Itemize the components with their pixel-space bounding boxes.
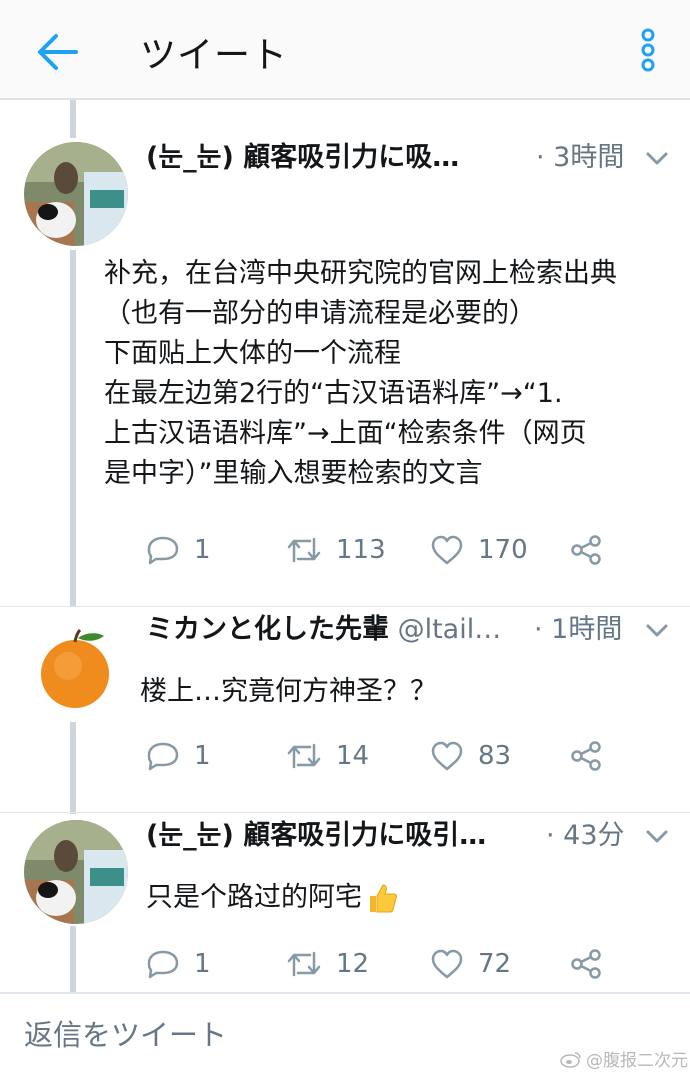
tweet-author[interactable]: (눈_눈) 顧客吸引力に吸… — [146, 138, 516, 178]
avatar[interactable] — [24, 142, 128, 246]
tweet-line: 是中字）”里输入想要检索的文言 — [104, 458, 483, 489]
watermark-text: @腹报二次元 — [586, 1051, 688, 1071]
chevron-down-icon — [646, 830, 668, 843]
tweet-author[interactable]: ミカンと化した先輩 @ltail… — [146, 610, 516, 650]
tweet-timestamp: · 1時間 — [534, 614, 623, 645]
reply-count: 1 — [194, 535, 211, 565]
tweet-menu-button[interactable] — [644, 618, 670, 644]
like-count: 170 — [478, 535, 528, 565]
retweet-count: 14 — [336, 741, 370, 771]
watermark: @腹报二次元 — [560, 1046, 688, 1071]
like-button[interactable]: 72 — [430, 944, 511, 984]
tweet-text: 只是个路过的阿宅 — [146, 878, 398, 918]
tweet-author[interactable]: (눈_눈) 顧客吸引力に吸引… — [146, 816, 536, 856]
top-app-bar: ツイート — [0, 0, 690, 100]
heart-icon — [431, 535, 463, 565]
share-icon — [571, 949, 601, 979]
back-button[interactable] — [36, 30, 80, 74]
arrow-left-icon — [38, 34, 78, 70]
tweet-line: 只是个路过的阿宅 — [146, 882, 362, 913]
like-count: 72 — [478, 949, 512, 979]
user-handle: @ltail… — [389, 614, 502, 645]
display-name: (눈_눈) 顧客吸引力に吸引… — [146, 820, 487, 851]
heart-icon — [431, 949, 463, 979]
share-button[interactable] — [570, 530, 602, 570]
retweet-button[interactable]: 14 — [286, 736, 369, 776]
orange-avatar-icon — [41, 628, 109, 708]
reply-button[interactable]: 1 — [146, 736, 211, 776]
share-icon — [571, 535, 601, 565]
more-options-button[interactable] — [636, 28, 660, 72]
reply-count: 1 — [194, 741, 211, 771]
thread-line — [70, 250, 76, 606]
retweet-icon — [287, 951, 321, 977]
tweet-actions: 1 113 170 — [146, 530, 666, 570]
like-count: 83 — [478, 741, 512, 771]
thread-line — [70, 722, 76, 814]
tweet-line: 下面贴上大体的一个流程 — [104, 338, 401, 369]
reply-button[interactable]: 1 — [146, 530, 211, 570]
chevron-down-icon — [646, 624, 668, 637]
like-button[interactable]: 170 — [430, 530, 528, 570]
tweet-menu-button[interactable] — [644, 824, 670, 850]
photo-avatar-icon — [24, 142, 128, 246]
tweet-text: 楼上…究竟何方神圣？？ — [140, 672, 437, 712]
retweet-button[interactable]: 113 — [286, 530, 386, 570]
reply-icon — [147, 742, 179, 771]
chevron-down-icon — [646, 152, 668, 165]
tweet-text: 补充，在台湾中央研究院的官网上检索出典 （也有一部分的申请流程是必要的） 下面贴… — [104, 254, 617, 494]
retweet-count: 113 — [336, 535, 386, 565]
tweet-timestamp: · 3時間 — [536, 142, 625, 173]
reply-button[interactable]: 1 — [146, 944, 211, 984]
page-title: ツイート — [140, 35, 289, 76]
tweet-actions: 1 14 83 — [146, 736, 666, 776]
retweet-button[interactable]: 12 — [286, 944, 369, 984]
share-button[interactable] — [570, 944, 602, 984]
divider — [0, 606, 690, 607]
share-icon — [571, 741, 601, 771]
reply-icon — [147, 950, 179, 979]
tweet-timestamp: · 43分 — [546, 820, 625, 851]
thumbs-up-icon — [370, 884, 397, 913]
reply-input[interactable]: 返信をツイート — [24, 1012, 524, 1058]
avatar[interactable] — [24, 820, 128, 924]
tweet-line: （也有一部分的申请流程是必要的） — [104, 298, 536, 329]
avatar[interactable] — [32, 626, 118, 712]
weibo-icon — [560, 1051, 581, 1068]
tweet-line: 楼上…究竟何方神圣？？ — [140, 676, 437, 707]
divider — [0, 812, 690, 813]
reply-icon — [147, 536, 179, 565]
thread-line — [70, 100, 76, 138]
tweet-actions: 1 12 72 — [146, 944, 666, 984]
tweet-line: 补充，在台湾中央研究院的官网上检索出典 — [104, 258, 617, 289]
tweet-line: 在最左边第2行的“古汉语语料库”→“1. — [104, 378, 563, 409]
retweet-count: 12 — [336, 949, 370, 979]
display-name: (눈_눈) 顧客吸引力に吸… — [146, 142, 460, 173]
retweet-icon — [287, 743, 321, 769]
tweet-line: 上古汉语语料库”→上面“检索条件（网页 — [104, 418, 587, 449]
share-button[interactable] — [570, 736, 602, 776]
display-name: ミカンと化した先輩 — [146, 614, 389, 645]
like-button[interactable]: 83 — [430, 736, 511, 776]
retweet-icon — [287, 537, 321, 563]
photo-avatar-icon — [24, 820, 128, 924]
heart-icon — [431, 741, 463, 771]
tweet-menu-button[interactable] — [644, 146, 670, 172]
reply-count: 1 — [194, 949, 211, 979]
thread-line — [70, 926, 76, 992]
vertical-dots-icon — [641, 28, 655, 72]
